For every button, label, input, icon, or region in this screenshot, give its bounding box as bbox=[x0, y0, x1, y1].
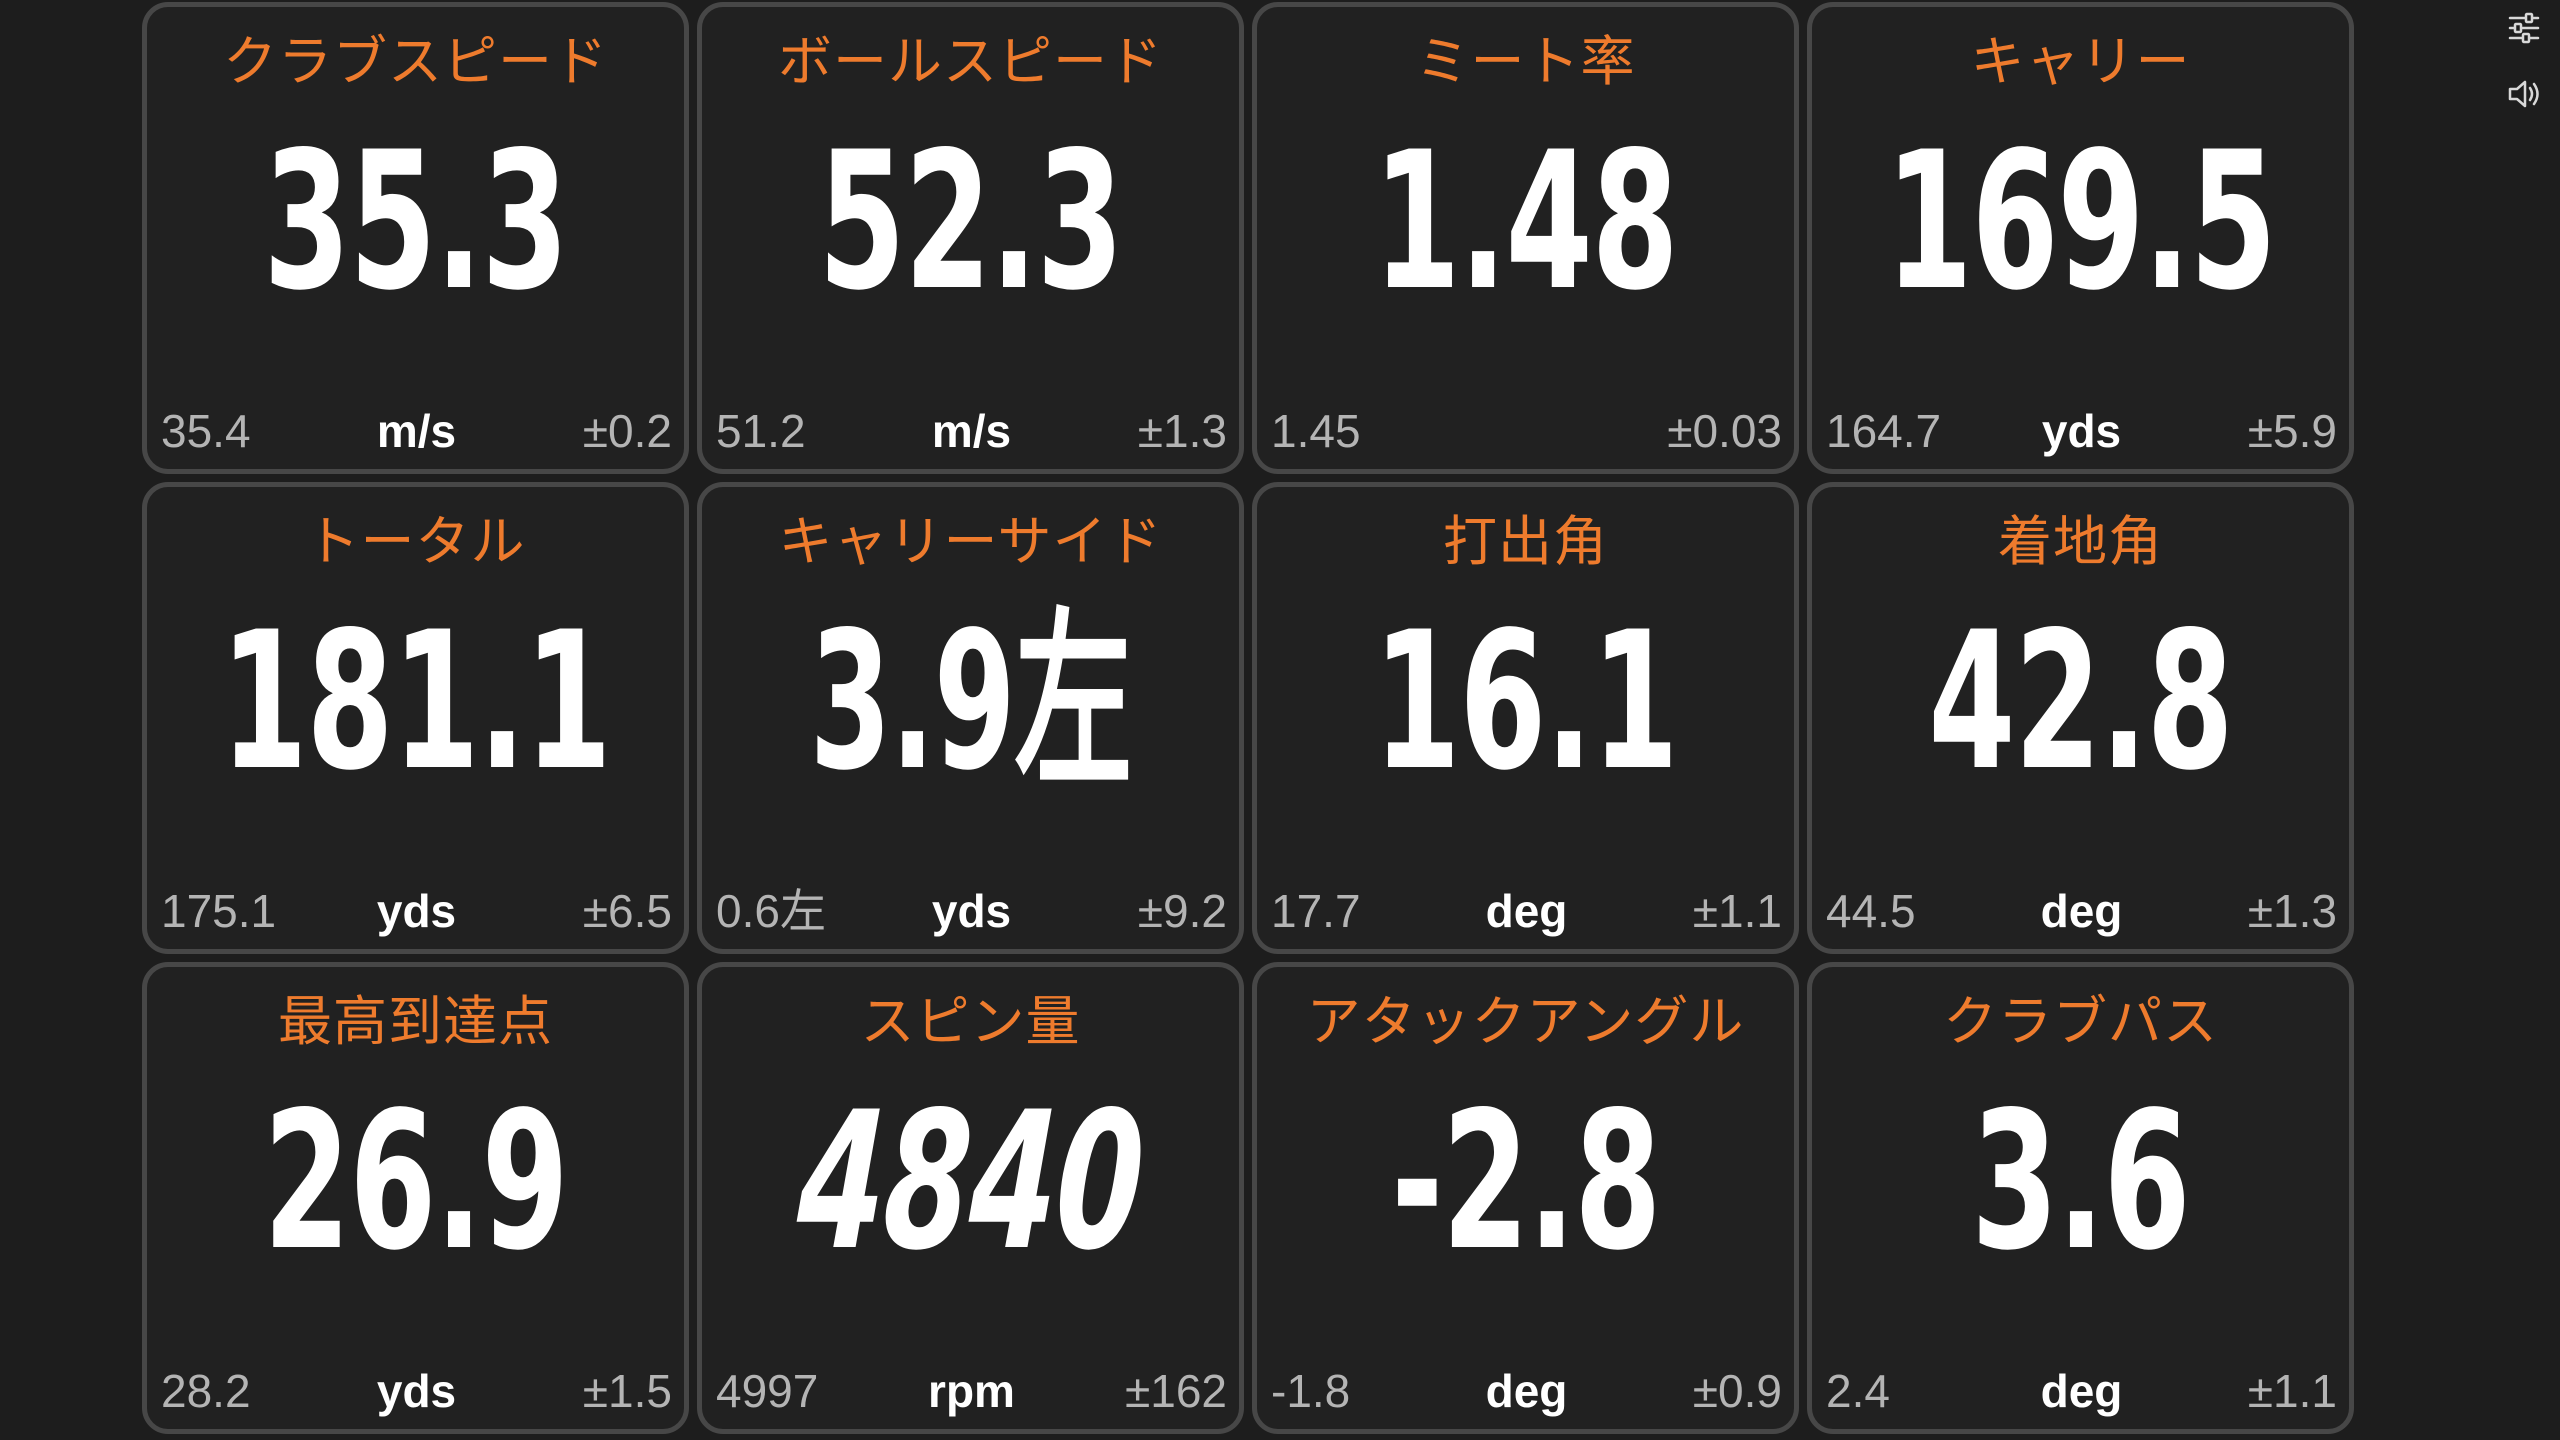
metric-title: クラブスピード bbox=[223, 30, 608, 93]
metric-deviation: ±162 bbox=[1125, 1365, 1227, 1417]
metric-title: アタックアングル bbox=[1306, 990, 1745, 1053]
metric-card-landing-angle: 着地角 42.8 44.5 deg ±1.3 bbox=[1807, 482, 2354, 954]
metric-deviation: ±1.3 bbox=[2247, 885, 2337, 937]
metric-footer: 0.6左 yds ±9.2 bbox=[716, 883, 1227, 939]
metric-title: クラブパス bbox=[1943, 990, 2218, 1053]
metric-value-wrap: 35.3 bbox=[147, 102, 684, 342]
metric-value: 169.5 bbox=[1885, 111, 2276, 332]
metric-value: 3.6 bbox=[1971, 1071, 2191, 1292]
metric-footer: 44.5 deg ±1.3 bbox=[1826, 883, 2337, 939]
metric-deviation: ±0.2 bbox=[582, 405, 672, 457]
metric-title: 打出角 bbox=[1443, 510, 1608, 573]
metric-deviation: ±9.2 bbox=[1137, 885, 1227, 937]
metric-value-wrap: 4840 bbox=[702, 1062, 1239, 1302]
metric-value-wrap: 52.3 bbox=[702, 102, 1239, 342]
metric-value-wrap: 181.1 bbox=[147, 582, 684, 822]
metric-footer: 28.2 yds ±1.5 bbox=[161, 1363, 672, 1419]
metric-average: 1.45 bbox=[1271, 405, 1361, 457]
metric-value: 181.1 bbox=[220, 591, 611, 812]
metric-title: トータル bbox=[305, 510, 526, 573]
metric-deviation: ±5.9 bbox=[2247, 405, 2337, 457]
metric-footer: 51.2 m/s ±1.3 bbox=[716, 403, 1227, 459]
metric-card-club-speed: クラブスピード 35.3 35.4 m/s ±0.2 bbox=[142, 2, 689, 474]
metric-footer: 35.4 m/s ±0.2 bbox=[161, 403, 672, 459]
metric-title: ミート率 bbox=[1415, 30, 1636, 93]
metric-title: スピン量 bbox=[860, 990, 1081, 1053]
metric-footer: 175.1 yds ±6.5 bbox=[161, 883, 672, 939]
metric-deviation: ±6.5 bbox=[582, 885, 672, 937]
metric-value-wrap: 3.9左 bbox=[702, 582, 1239, 822]
metric-value-wrap: 42.8 bbox=[1812, 582, 2349, 822]
metric-title: キャリーサイド bbox=[778, 510, 1163, 573]
metric-card-spin-rate: スピン量 4840 4997 rpm ±162 bbox=[697, 962, 1244, 1434]
metric-value: 35.3 bbox=[263, 111, 568, 332]
metric-title: 着地角 bbox=[1998, 510, 2163, 573]
metric-title: ボールスピード bbox=[778, 30, 1163, 93]
metric-footer: 1.45 ±0.03 bbox=[1271, 403, 1782, 459]
metric-value: 42.8 bbox=[1928, 591, 2233, 812]
shot-data-screen: クラブスピード 35.3 35.4 m/s ±0.2 ボールスピード 52.3 … bbox=[0, 0, 2560, 1440]
metric-deviation: ±0.9 bbox=[1692, 1365, 1782, 1417]
metric-value: 4840 bbox=[793, 1071, 1148, 1292]
metric-card-smash-factor: ミート率 1.48 1.45 ±0.03 bbox=[1252, 2, 1799, 474]
metric-deviation: ±1.5 bbox=[582, 1365, 672, 1417]
metric-card-carry: キャリー 169.5 164.7 yds ±5.9 bbox=[1807, 2, 2354, 474]
metric-title: キャリー bbox=[1970, 30, 2191, 93]
metric-deviation: ±1.1 bbox=[1692, 885, 1782, 937]
metric-card-total: トータル 181.1 175.1 yds ±6.5 bbox=[142, 482, 689, 954]
speaker-icon[interactable] bbox=[2506, 76, 2542, 112]
metric-card-ball-speed: ボールスピード 52.3 51.2 m/s ±1.3 bbox=[697, 2, 1244, 474]
metric-footer: 164.7 yds ±5.9 bbox=[1826, 403, 2337, 459]
metric-value: 26.9 bbox=[263, 1071, 568, 1292]
metric-value-wrap: 26.9 bbox=[147, 1062, 684, 1302]
metric-deviation: ±1.3 bbox=[1137, 405, 1227, 457]
metric-deviation: ±1.1 bbox=[2247, 1365, 2337, 1417]
sliders-icon[interactable] bbox=[2506, 10, 2542, 46]
metric-value: 3.9左 bbox=[809, 591, 1133, 812]
metric-value: 16.1 bbox=[1373, 591, 1678, 812]
metric-footer: 17.7 deg ±1.1 bbox=[1271, 883, 1782, 939]
metric-value-wrap: 3.6 bbox=[1812, 1062, 2349, 1302]
metric-value-wrap: 169.5 bbox=[1812, 102, 2349, 342]
metric-footer: -1.8 deg ±0.9 bbox=[1271, 1363, 1782, 1419]
metric-value: 1.48 bbox=[1373, 111, 1678, 332]
metric-title: 最高到達点 bbox=[278, 990, 553, 1053]
metric-card-apex-height: 最高到達点 26.9 28.2 yds ±1.5 bbox=[142, 962, 689, 1434]
metric-value-wrap: -2.8 bbox=[1257, 1062, 1794, 1302]
metric-value-wrap: 1.48 bbox=[1257, 102, 1794, 342]
metric-value: -2.8 bbox=[1391, 1071, 1661, 1292]
metric-value-wrap: 16.1 bbox=[1257, 582, 1794, 822]
metric-deviation: ±0.03 bbox=[1667, 405, 1782, 457]
metric-card-carry-side: キャリーサイド 3.9左 0.6左 yds ±9.2 bbox=[697, 482, 1244, 954]
metric-value: 52.3 bbox=[818, 111, 1123, 332]
metric-footer: 2.4 deg ±1.1 bbox=[1826, 1363, 2337, 1419]
metric-card-attack-angle: アタックアングル -2.8 -1.8 deg ±0.9 bbox=[1252, 962, 1799, 1434]
side-toolbar bbox=[2500, 10, 2556, 142]
metric-footer: 4997 rpm ±162 bbox=[716, 1363, 1227, 1419]
metric-card-club-path: クラブパス 3.6 2.4 deg ±1.1 bbox=[1807, 962, 2354, 1434]
metric-card-launch-angle: 打出角 16.1 17.7 deg ±1.1 bbox=[1252, 482, 1799, 954]
metrics-grid: クラブスピード 35.3 35.4 m/s ±0.2 ボールスピード 52.3 … bbox=[142, 2, 2354, 1434]
